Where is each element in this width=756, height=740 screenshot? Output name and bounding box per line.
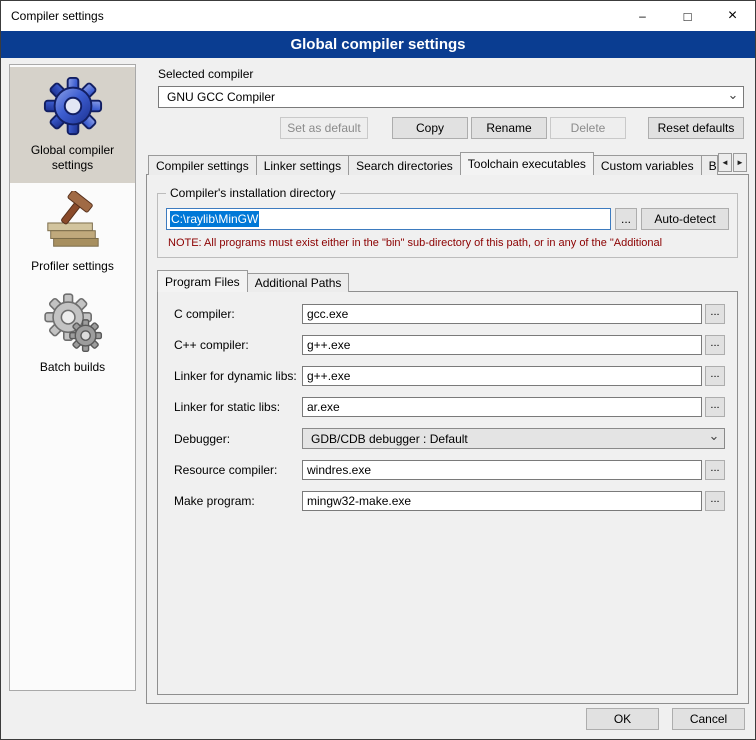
chevron-down-icon: ⌄ — [705, 430, 723, 447]
blue-gear-icon — [42, 75, 104, 137]
resource-compiler-browse-button[interactable]: ... — [705, 460, 725, 480]
cancel-button[interactable]: Cancel — [672, 708, 745, 730]
arrow-right-icon: ► — [736, 158, 744, 167]
browse-directory-button[interactable]: ... — [615, 208, 637, 230]
titlebar[interactable]: Compiler settings – □ × — [1, 1, 755, 31]
field-row-linker-static: Linker for static libs: ... — [174, 397, 725, 417]
close-button[interactable]: × — [710, 1, 755, 31]
maximize-button[interactable]: □ — [665, 1, 710, 31]
selected-compiler-value: GNU GCC Compiler — [167, 90, 275, 104]
dialog-header: Global compiler settings — [1, 31, 755, 58]
toolchain-executables-panel: Compiler's installation directory C:\ray… — [146, 174, 749, 704]
field-row-linker-dynamic: Linker for dynamic libs: ... — [174, 366, 725, 386]
field-row-cpp-compiler: C++ compiler: ... — [174, 335, 725, 355]
profiler-tools-icon — [42, 191, 104, 253]
compiler-settings-dialog: Compiler settings – □ × Global compiler … — [0, 0, 756, 740]
cpp-compiler-input[interactable] — [302, 335, 702, 355]
tab-scroll-right-button[interactable]: ► — [733, 153, 747, 172]
minimize-button[interactable]: – — [620, 1, 665, 31]
rename-button[interactable]: Rename — [471, 117, 547, 139]
ok-button[interactable]: OK — [586, 708, 659, 730]
tab-scroll-buttons: ◄ ► — [718, 153, 747, 172]
dialog-header-title: Global compiler settings — [290, 36, 465, 53]
installation-directory-value: C:\raylib\MinGW — [170, 211, 259, 227]
maximize-icon: □ — [684, 9, 692, 24]
tab-scroll-left-button[interactable]: ◄ — [718, 153, 732, 172]
copy-button[interactable]: Copy — [392, 117, 468, 139]
c-compiler-browse-button[interactable]: ... — [705, 304, 725, 324]
debugger-dropdown[interactable]: GDB/CDB debugger : Default ⌄ — [302, 428, 725, 449]
main-panel: Selected compiler GNU GCC Compiler ⌄ Set… — [146, 64, 749, 704]
auto-detect-button[interactable]: Auto-detect — [641, 208, 729, 230]
window-title: Compiler settings — [1, 9, 104, 23]
set-as-default-button: Set as default — [280, 117, 368, 139]
subtab-additional-paths[interactable]: Additional Paths — [247, 273, 350, 292]
minimize-icon: – — [639, 9, 646, 23]
close-icon: × — [728, 8, 737, 24]
tab-compiler-settings[interactable]: Compiler settings — [148, 155, 257, 175]
resource-compiler-label: Resource compiler: — [174, 463, 302, 477]
gray-gears-icon — [42, 292, 104, 354]
compiler-actions: Set as default Copy Rename Delete Reset … — [158, 117, 744, 139]
installation-directory-row: C:\raylib\MinGW ... Auto-detect — [166, 208, 729, 230]
settings-tabs: Compiler settings Linker settings Search… — [146, 152, 749, 175]
cpp-compiler-label: C++ compiler: — [174, 338, 302, 352]
dialog-buttons: OK Cancel — [586, 708, 745, 730]
make-program-label: Make program: — [174, 494, 302, 508]
sidebar-item-label: Batch builds — [12, 360, 133, 375]
settings-category-sidebar: Global compiler settings Profiler settin… — [9, 64, 136, 691]
tab-toolchain-executables[interactable]: Toolchain executables — [460, 152, 594, 175]
delete-button: Delete — [550, 117, 626, 139]
tab-custom-variables[interactable]: Custom variables — [593, 155, 702, 175]
debugger-label: Debugger: — [174, 432, 302, 446]
program-tabs: Program Files Additional Paths — [157, 270, 738, 292]
field-row-resource-compiler: Resource compiler: ... — [174, 460, 725, 480]
cpp-compiler-browse-button[interactable]: ... — [705, 335, 725, 355]
sidebar-item-label: Profiler settings — [12, 259, 133, 274]
bin-subdirectory-note: NOTE: All programs must exist either in … — [168, 237, 729, 249]
make-program-browse-button[interactable]: ... — [705, 491, 725, 511]
installation-directory-input[interactable]: C:\raylib\MinGW — [166, 208, 611, 230]
sidebar-item-label: Global compiler settings — [12, 143, 133, 173]
reset-defaults-button[interactable]: Reset defaults — [648, 117, 744, 139]
arrow-left-icon: ◄ — [721, 158, 729, 167]
tab-search-directories[interactable]: Search directories — [348, 155, 461, 175]
linker-static-browse-button[interactable]: ... — [705, 397, 725, 417]
linker-dynamic-label: Linker for dynamic libs: — [174, 369, 302, 383]
linker-dynamic-browse-button[interactable]: ... — [705, 366, 725, 386]
window-controls: – □ × — [620, 1, 755, 31]
linker-static-input[interactable] — [302, 397, 702, 417]
field-row-c-compiler: C compiler: ... — [174, 304, 725, 324]
installation-directory-group: Compiler's installation directory C:\ray… — [157, 193, 738, 258]
debugger-value: GDB/CDB debugger : Default — [311, 432, 468, 446]
selected-compiler-label: Selected compiler — [158, 67, 749, 81]
selected-compiler-dropdown[interactable]: GNU GCC Compiler ⌄ — [158, 86, 744, 108]
sidebar-item-global-compiler-settings[interactable]: Global compiler settings — [10, 67, 135, 183]
sidebar-item-profiler-settings[interactable]: Profiler settings — [10, 183, 135, 284]
c-compiler-label: C compiler: — [174, 307, 302, 321]
linker-static-label: Linker for static libs: — [174, 400, 302, 414]
chevron-down-icon: ⌄ — [724, 88, 742, 106]
sidebar-item-batch-builds[interactable]: Batch builds — [10, 284, 135, 385]
tab-build-options[interactable]: Build — [701, 155, 718, 175]
program-files-panel: C compiler: ... C++ compiler: ... Linker… — [157, 291, 738, 695]
resource-compiler-input[interactable] — [302, 460, 702, 480]
field-row-debugger: Debugger: GDB/CDB debugger : Default ⌄ — [174, 428, 725, 449]
tab-linker-settings[interactable]: Linker settings — [256, 155, 349, 175]
c-compiler-input[interactable] — [302, 304, 702, 324]
make-program-input[interactable] — [302, 491, 702, 511]
installation-directory-group-label: Compiler's installation directory — [166, 186, 340, 200]
field-row-make-program: Make program: ... — [174, 491, 725, 511]
linker-dynamic-input[interactable] — [302, 366, 702, 386]
subtab-program-files[interactable]: Program Files — [157, 270, 248, 292]
